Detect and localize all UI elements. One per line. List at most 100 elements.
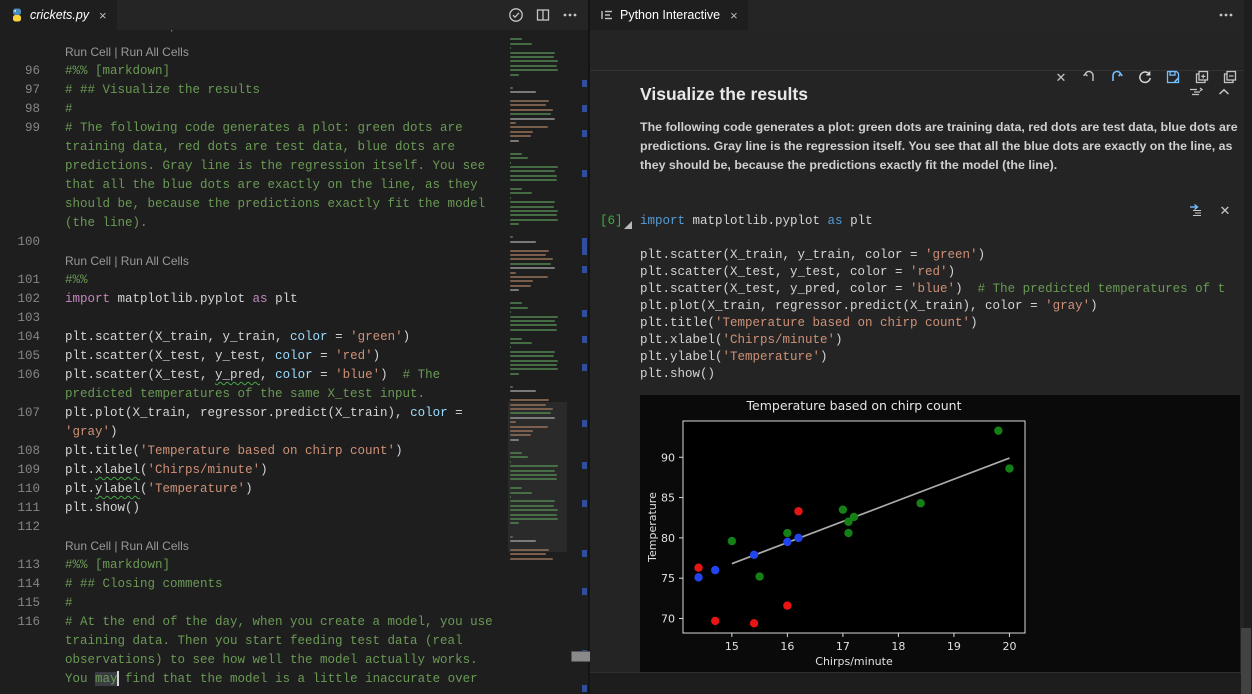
code-line: plt.show()	[640, 366, 1244, 383]
svg-text:85: 85	[661, 492, 675, 505]
svg-text:Temperature: Temperature	[646, 492, 659, 563]
tab-title: Python Interactive	[620, 8, 720, 22]
code-line: 113#%% [markdown]	[0, 556, 508, 575]
code-line: 102import matplotlib.pyplot as plt	[0, 290, 508, 309]
code-line: 103	[0, 309, 508, 328]
editor-tab-bar: crickets.py ×	[0, 0, 588, 30]
code-line: 107plt.plot(X_train, regressor.predict(X…	[0, 404, 508, 423]
svg-text:15: 15	[725, 640, 739, 653]
clear-results-icon[interactable]: ✕	[1052, 68, 1070, 86]
markdown-heading: Visualize the results	[640, 84, 808, 105]
markdown-paragraph: The following code generates a plot: gre…	[640, 118, 1238, 175]
cell-execution-count: [6]	[600, 214, 623, 228]
code-line: 105plt.scatter(X_test, y_test, color = '…	[0, 347, 508, 366]
code-line: 100	[0, 233, 508, 252]
interactive-tab-bar: Python Interactive ×	[590, 0, 1244, 30]
code-editor[interactable]: model and the predictions are reduced to…	[0, 30, 588, 694]
minimap-slider[interactable]	[508, 402, 567, 552]
code-line: plt.scatter(X_test, y_pred, color = 'blu…	[640, 281, 1244, 298]
code-line: 'gray')	[0, 423, 508, 442]
svg-text:80: 80	[661, 532, 675, 545]
code-line: 97# ## Visualize the results	[0, 81, 508, 100]
tab-python-interactive[interactable]: Python Interactive ×	[590, 0, 748, 30]
open-changes-icon[interactable]	[506, 5, 526, 25]
code-line: 109plt.xlabel('Chirps/minute')	[0, 461, 508, 480]
vscode-window: crickets.py × model and the predictions	[0, 0, 1252, 694]
svg-text:20: 20	[1002, 640, 1016, 653]
modified-line-mark	[582, 130, 587, 137]
run-cell-codelens[interactable]: Run Cell | Run All Cells	[65, 537, 508, 556]
modified-line-mark	[582, 170, 587, 177]
code-line: 112	[0, 518, 508, 537]
overview-ruler	[581, 30, 588, 694]
run-cell-codelens[interactable]: Run Cell | Run All Cells	[65, 252, 508, 271]
code-line: 114# ## Closing comments	[0, 575, 508, 594]
collapse-panel-icon[interactable]	[1216, 86, 1232, 98]
code-line: plt.title('Temperature based on chirp co…	[640, 315, 1244, 332]
code-line: 108plt.title('Temperature based on chirp…	[0, 442, 508, 461]
restart-kernel-icon[interactable]	[1136, 68, 1154, 86]
code-line: 116# At the end of the day, when you cre…	[0, 613, 508, 632]
modified-line-mark	[582, 420, 587, 427]
interactive-scrollbar[interactable]	[1240, 0, 1252, 694]
code-line: plt.plot(X_train, regressor.predict(X_tr…	[640, 298, 1244, 315]
interactive-window-icon	[600, 8, 614, 22]
editor-actions	[506, 0, 588, 30]
interactive-toolbar: ✕	[590, 30, 1244, 71]
modified-line-mark	[582, 588, 587, 595]
more-actions-icon[interactable]	[560, 5, 580, 25]
copy-cell-icon[interactable]	[1193, 68, 1211, 86]
auto-scroll-icon[interactable]	[1188, 86, 1204, 98]
python-interactive-pane: Python Interactive × ✕	[590, 0, 1244, 694]
modified-line-mark	[582, 266, 587, 273]
code-line: training data, red dots are test data, b…	[0, 138, 508, 157]
code-line: observations) to see how well the model …	[0, 651, 508, 670]
undo-icon[interactable]	[1108, 68, 1126, 86]
code-line: 115#	[0, 594, 508, 613]
tab-close-icon[interactable]: ×	[99, 8, 107, 23]
code-line: (the line).	[0, 214, 508, 233]
minimap[interactable]	[508, 30, 567, 694]
scrollbar-slider[interactable]	[1241, 628, 1251, 694]
more-actions-icon[interactable]	[1216, 5, 1236, 25]
svg-text:75: 75	[661, 572, 675, 585]
modified-line-mark	[582, 310, 587, 317]
modified-line-mark	[582, 238, 587, 255]
modified-line-mark	[582, 550, 587, 557]
next-section-strip	[590, 672, 1244, 694]
run-cell-codelens[interactable]: Run Cell | Run All Cells	[65, 43, 508, 62]
export-notebook-icon[interactable]	[1164, 68, 1182, 86]
code-line: that all the blue dots are exactly on th…	[0, 176, 508, 195]
modified-line-mark	[582, 364, 587, 371]
svg-text:17: 17	[836, 640, 850, 653]
tab-crickets-py[interactable]: crickets.py ×	[0, 0, 117, 30]
code-line: 101#%%	[0, 271, 508, 290]
svg-text:90: 90	[661, 451, 675, 464]
code-line: should be, because the predictions exact…	[0, 195, 508, 214]
cell-code[interactable]: import matplotlib.pyplot as plt plt.scatt…	[640, 213, 1244, 383]
code-line: 104plt.scatter(X_train, y_train, color =…	[0, 328, 508, 347]
code-line: plt.ylabel('Temperature')	[640, 349, 1244, 366]
code-line: 111plt.show()	[0, 499, 508, 518]
collapse-cell-icon[interactable]	[624, 221, 632, 229]
code-line: predicted temperatures of the same X_tes…	[0, 385, 508, 404]
code-line: plt.scatter(X_test, y_test, color = 'red…	[640, 264, 1244, 281]
code-line: import matplotlib.pyplot as plt	[640, 213, 1244, 230]
code-line: You may find that the model is a little …	[0, 670, 508, 689]
split-editor-icon[interactable]	[533, 5, 553, 25]
code-line: 106plt.scatter(X_test, y_pred, color = '…	[0, 366, 508, 385]
figure-svg: 1516171819207075808590Temperature based …	[640, 395, 1240, 672]
code-line: 96#%% [markdown]	[0, 62, 508, 81]
svg-text:16: 16	[780, 640, 794, 653]
code-lines-container: Run Cell | Run All Cells96#%% [markdown]…	[0, 30, 508, 694]
code-line: 98#	[0, 100, 508, 119]
tab-title: crickets.py	[30, 8, 89, 22]
tab-close-icon[interactable]: ×	[730, 8, 738, 23]
modified-line-mark	[582, 462, 587, 469]
redo-icon[interactable]	[1080, 68, 1098, 86]
modified-line-mark	[582, 80, 587, 87]
code-line: training data. Then you start feeding te…	[0, 632, 508, 651]
svg-text:Chirps/minute: Chirps/minute	[815, 655, 893, 668]
modified-line-mark	[582, 685, 587, 692]
expand-all-icon[interactable]	[1221, 68, 1239, 86]
